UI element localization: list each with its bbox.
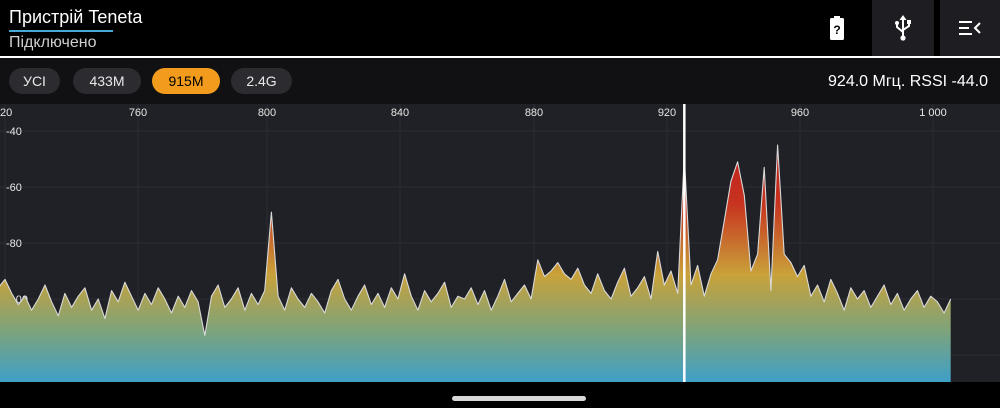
y-tick-label: -80	[6, 238, 22, 250]
spectrum-svg[interactable]: 207608008408809209601 000 -40-60-80-100-…	[0, 104, 1000, 382]
band-chip-433m[interactable]: 433M	[73, 68, 141, 94]
top-app-bar: Пристрій Teneta Підключено ?	[0, 0, 1000, 57]
band-selector-bar: УСІ 433M 915M 2.4G 924.0 Мгц. RSSI -44.0	[0, 58, 1000, 104]
menu-collapse-icon	[959, 21, 981, 35]
spectrum-chart[interactable]: 207608008408809209601 000 -40-60-80-100-…	[0, 104, 1000, 382]
battery-button[interactable]: ?	[812, 0, 862, 56]
band-chip-915m[interactable]: 915M	[152, 68, 220, 94]
y-tick-label: -60	[6, 182, 22, 194]
usb-icon	[895, 15, 911, 41]
x-tick-label: 1 000	[919, 107, 947, 119]
battery-unknown-icon: ?	[830, 16, 844, 40]
x-tick-label: 800	[258, 107, 276, 119]
frequency-rssi-readout: 924.0 Мгц. RSSI -44.0	[828, 73, 988, 90]
menu-button[interactable]	[940, 0, 1000, 56]
device-title[interactable]: Пристрій Teneta	[9, 7, 142, 28]
x-tick-label: 880	[525, 107, 543, 119]
x-tick-label: 920	[658, 107, 676, 119]
x-tick-label: 20	[0, 107, 12, 119]
x-tick-label: 960	[791, 107, 809, 119]
usb-button[interactable]	[872, 0, 934, 56]
y-tick-label: -40	[6, 126, 22, 138]
x-axis-labels: 20 760 800 840 880 920 960 1 000	[0, 107, 947, 119]
device-title-underline	[9, 30, 113, 32]
home-indicator[interactable]	[452, 396, 586, 401]
connection-status: Підключено	[9, 34, 97, 51]
band-chip-all[interactable]: УСІ	[9, 68, 60, 94]
band-chip-2-4g[interactable]: 2.4G	[231, 68, 292, 94]
x-tick-label: 840	[391, 107, 409, 119]
spectrum-area	[0, 145, 951, 382]
system-nav-bar	[0, 382, 1000, 408]
svg-text:?: ?	[833, 23, 840, 37]
x-tick-label: 760	[129, 107, 147, 119]
